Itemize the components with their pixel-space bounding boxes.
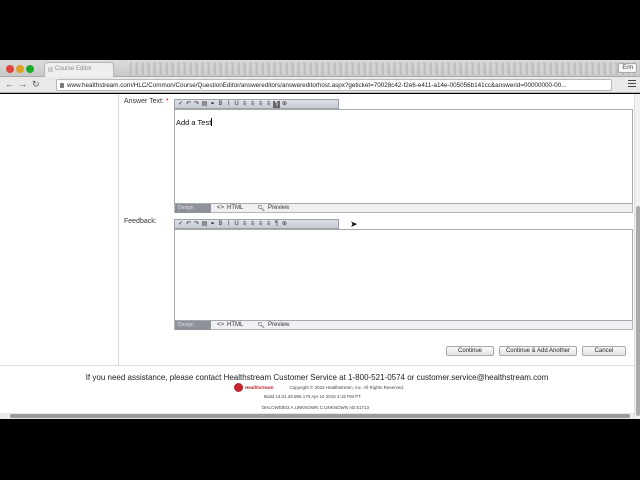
justify-icon[interactable]: ≡ — [265, 221, 272, 228]
link-icon[interactable]: ⚭ — [209, 221, 216, 228]
bold-icon[interactable]: B — [217, 221, 224, 228]
healthstream-logo-icon — [234, 383, 243, 392]
magnifier-icon: 🔍︎ — [257, 322, 265, 329]
bold-icon[interactable]: B — [217, 101, 224, 108]
justify-icon[interactable]: ≡ — [265, 101, 272, 108]
back-icon[interactable]: ← — [5, 79, 14, 90]
answer-text-area[interactable]: Add a Test — [174, 109, 633, 204]
tab-html[interactable]: <> HTML — [217, 205, 243, 211]
answer-editor-toolbar: ✓ ↶ ↷ ▤ ⚭ B I U ≡ ≡ ≡ ≡ ¶ ⊕ — [174, 99, 339, 109]
logo-text: Healthstream — [245, 385, 274, 390]
feedback-mode-tabs: Design <> HTML 🔍︎ Preview — [174, 320, 633, 330]
tab-preview[interactable]: 🔍︎ Preview — [257, 205, 289, 212]
answer-text-label: Answer Text: * — [124, 98, 169, 105]
italic-icon[interactable]: I — [225, 221, 232, 228]
help-text: If you need assistance, please contact H… — [85, 373, 549, 382]
url-input[interactable]: www.healthstream.com/HLC/Common/Course/Q… — [56, 79, 612, 91]
align-center-icon[interactable]: ≡ — [249, 101, 256, 108]
maximize-window-icon[interactable] — [26, 65, 34, 73]
check-spelling-icon[interactable]: ✓ — [177, 101, 184, 108]
horizontal-scroll-thumb[interactable] — [10, 414, 630, 418]
minimize-window-icon[interactable] — [16, 65, 24, 73]
mouse-pointer-icon: ➤ — [350, 219, 358, 229]
copyright-text: Copyright © 2015 Healthstream, Inc. All … — [289, 385, 405, 390]
link-icon[interactable]: ⚭ — [209, 101, 216, 108]
close-window-icon[interactable] — [6, 65, 14, 73]
align-left-icon[interactable]: ≡ — [241, 101, 248, 108]
reload-icon[interactable]: ↻ — [32, 79, 40, 90]
page-favicon-icon — [48, 67, 53, 72]
address-bar-row: ← → ↻ www.healthstream.com/HLC/Common/Co… — [0, 77, 640, 93]
check-spelling-icon[interactable]: ✓ — [177, 221, 184, 228]
feedback-editor-toolbar: ✓ ↶ ↷ ▤ ⚭ B I U ≡ ≡ ≡ ≡ ¶ ⊕ — [174, 219, 339, 229]
answer-text-value: Add a Test — [176, 118, 212, 127]
forward-icon[interactable]: → — [18, 79, 27, 90]
text-caret — [211, 118, 213, 126]
tab-preview[interactable]: 🔍︎ Preview — [257, 322, 289, 329]
build-info: Build 13.01.28.995.170 Apr 16 2015 3:15 … — [264, 394, 361, 399]
tab-html-label: HTML — [227, 205, 244, 211]
magnifier-icon: 🔍︎ — [257, 205, 265, 212]
tab-title: Course Editor — [55, 66, 92, 72]
page-info-icon[interactable] — [60, 83, 64, 88]
browser-titlebar: Course Editor Erin — [0, 60, 640, 77]
format-icon[interactable]: ¶ — [273, 100, 280, 108]
page-content: Answer Text: * ✓ ↶ ↷ ▤ ⚭ B I U ≡ ≡ ≡ ≡ ¶… — [0, 94, 640, 419]
vertical-scroll-thumb[interactable] — [636, 206, 640, 416]
tab-preview-label: Preview — [267, 322, 290, 328]
required-marker: * — [165, 98, 169, 105]
undo-icon[interactable]: ↶ — [185, 221, 192, 228]
server-info: DHLCWEB03 A.UNKNOWN C.UNKNOWN AD:51713 — [262, 405, 370, 410]
horizontal-scrollbar[interactable] — [0, 413, 634, 419]
browser-tab[interactable]: Course Editor — [44, 62, 114, 77]
left-column — [0, 94, 119, 366]
url-text: www.healthstream.com/HLC/Common/Course/Q… — [67, 82, 567, 89]
paste-icon[interactable]: ▤ — [201, 101, 208, 108]
screen-frame: Course Editor Erin ← → ↻ www.healthstrea… — [0, 0, 640, 480]
feedback-label: Feedback: — [124, 218, 157, 225]
align-left-icon[interactable]: ≡ — [241, 221, 248, 228]
answer-editor: ✓ ↶ ↷ ▤ ⚭ B I U ≡ ≡ ≡ ≡ ¶ ⊕ Add a Test D… — [174, 99, 633, 213]
continue-button[interactable]: Continue — [446, 346, 494, 356]
zoom-icon[interactable]: ⊕ — [281, 221, 288, 228]
zoom-icon[interactable]: ⊕ — [281, 101, 288, 108]
undo-icon[interactable]: ↶ — [185, 101, 192, 108]
continue-add-another-button[interactable]: Continue & Add Another — [499, 346, 577, 356]
paste-icon[interactable]: ▤ — [201, 221, 208, 228]
profile-button[interactable]: Erin — [618, 63, 637, 73]
underline-icon[interactable]: U — [233, 221, 240, 228]
underline-icon[interactable]: U — [233, 101, 240, 108]
footer-brand-row: Healthstream Copyright © 2015 Healthstre… — [234, 383, 404, 392]
footer-divider — [0, 365, 634, 366]
tab-html-label: HTML — [227, 322, 244, 328]
vertical-scrollbar[interactable] — [634, 94, 640, 419]
code-icon: <> — [217, 322, 225, 328]
tab-design[interactable]: Design — [175, 320, 211, 330]
italic-icon[interactable]: I — [225, 101, 232, 108]
feedback-editor: ✓ ↶ ↷ ▤ ⚭ B I U ≡ ≡ ≡ ≡ ¶ ⊕ Design <> HTM… — [174, 219, 633, 330]
tab-preview-label: Preview — [267, 205, 290, 211]
align-right-icon[interactable]: ≡ — [257, 221, 264, 228]
browser-menu-icon[interactable] — [628, 80, 636, 87]
code-icon: <> — [217, 205, 225, 211]
format-icon[interactable]: ¶ — [273, 221, 280, 228]
tab-design[interactable]: Design — [175, 203, 211, 213]
align-center-icon[interactable]: ≡ — [249, 221, 256, 228]
cancel-button[interactable]: Cancel — [582, 346, 626, 356]
align-right-icon[interactable]: ≡ — [257, 101, 264, 108]
titlebar-background — [130, 62, 640, 75]
tab-html[interactable]: <> HTML — [217, 322, 243, 328]
redo-icon[interactable]: ↷ — [193, 221, 200, 228]
feedback-text-area[interactable] — [174, 229, 633, 321]
answer-mode-tabs: Design <> HTML 🔍︎ Preview — [174, 203, 633, 213]
redo-icon[interactable]: ↷ — [193, 101, 200, 108]
